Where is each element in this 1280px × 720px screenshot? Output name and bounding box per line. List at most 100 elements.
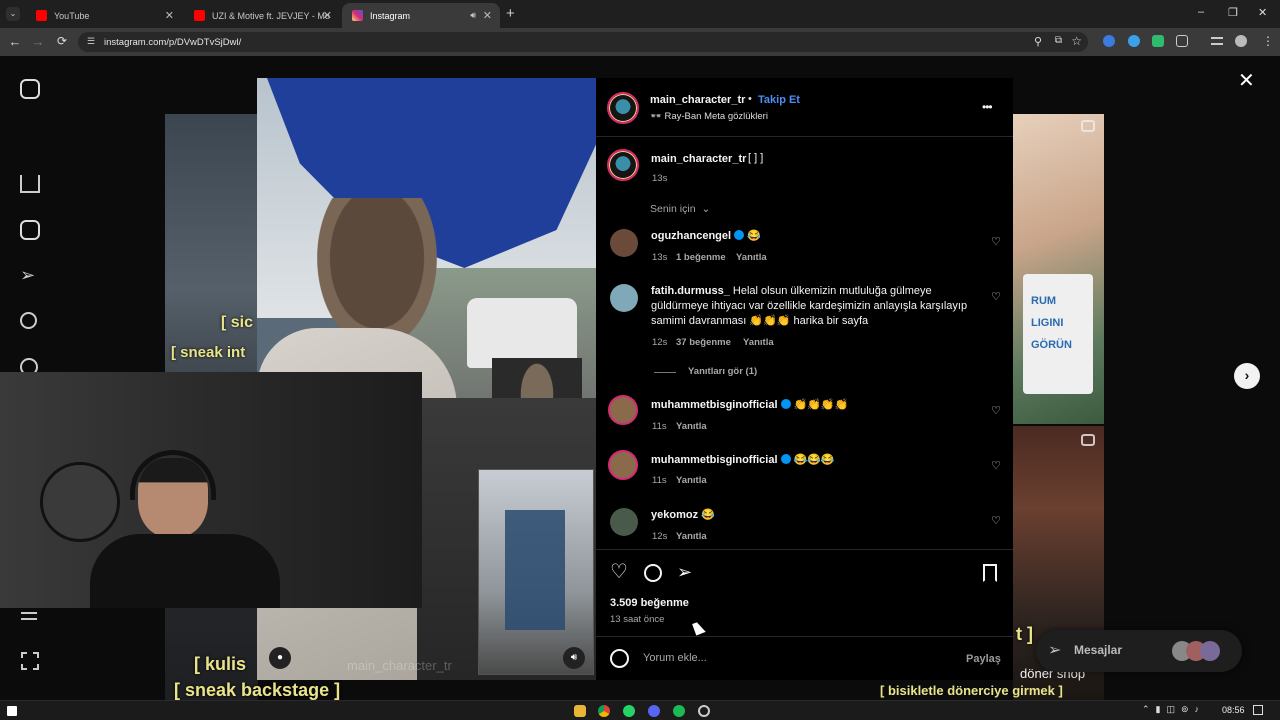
home-icon[interactable] xyxy=(20,175,40,193)
background-caption: [ sneak int xyxy=(171,344,246,361)
comment-text: 😂😂😂 xyxy=(793,454,835,466)
system-tray-icons[interactable]: ⌃▮◫⊚♪ xyxy=(1142,704,1205,715)
streamer-shirt xyxy=(90,534,280,608)
tab-youtube-music[interactable]: UZI & Motive ft. JEVJEY - Morta ✕ xyxy=(184,3,340,28)
comment-likes[interactable]: 37 beğenme xyxy=(676,337,731,348)
like-comment-icon[interactable]: ♡ xyxy=(991,290,1001,303)
search-icon[interactable] xyxy=(20,312,37,329)
like-comment-icon[interactable]: ♡ xyxy=(991,404,1001,417)
close-tab-icon[interactable]: ✕ xyxy=(323,9,332,22)
background-caption: [ sic xyxy=(221,314,254,331)
reply-button[interactable]: Yanıtla xyxy=(743,337,774,348)
reading-list-icon[interactable] xyxy=(1211,37,1223,45)
windows-start-icon[interactable] xyxy=(7,706,17,716)
like-comment-icon[interactable]: ♡ xyxy=(991,459,1001,472)
apps-grid-icon[interactable] xyxy=(21,652,39,670)
reply-button[interactable]: Yanıtla xyxy=(676,421,707,432)
speaker-icon[interactable]: 🔊︎ xyxy=(470,10,476,21)
commenter-avatar[interactable] xyxy=(610,229,638,257)
extensions-puzzle-icon[interactable] xyxy=(1176,35,1188,47)
avatar xyxy=(1200,641,1220,661)
reply-button[interactable]: Yanıtla xyxy=(676,531,707,542)
comment-sort-dropdown[interactable]: Senin için ⌄ xyxy=(650,203,710,215)
comment-likes[interactable]: 1 beğenme xyxy=(676,252,726,263)
close-tab-icon[interactable]: ✕ xyxy=(165,9,174,22)
mute-icon[interactable]: 🔊︎ xyxy=(563,647,585,669)
comment-input[interactable]: Yorum ekle... xyxy=(643,652,707,664)
site-info-icon[interactable]: ☰ xyxy=(87,36,95,47)
extension-shield-icon[interactable] xyxy=(1128,35,1140,47)
follow-button[interactable]: Takip Et xyxy=(758,94,800,106)
chrome-icon[interactable] xyxy=(598,705,610,717)
post-comment-button[interactable]: Paylaş xyxy=(966,653,1001,665)
extension-green-shield-icon[interactable] xyxy=(1152,35,1164,47)
author-username[interactable]: main_character_tr xyxy=(650,94,745,106)
comment-body: oguzhancengel 😂 xyxy=(651,229,761,244)
send-icon[interactable]: ➢ xyxy=(20,265,35,286)
comment-username[interactable]: muhammetbisginofficial xyxy=(651,454,778,466)
comment-body: yekomoz 😂 xyxy=(651,508,715,523)
browser-menu-icon[interactable]: ⋮ xyxy=(1262,34,1274,48)
clock[interactable]: 08:56 xyxy=(1222,705,1245,715)
new-tab-button[interactable]: + xyxy=(506,5,515,22)
view-replies-button[interactable]: Yanıtları gör (1) xyxy=(688,366,757,377)
instagram-logo-icon[interactable] xyxy=(20,79,40,99)
next-post-button[interactable]: › xyxy=(1234,363,1260,389)
like-comment-icon[interactable]: ♡ xyxy=(991,235,1001,248)
messages-button[interactable]: ➢ Mesajlar xyxy=(1036,630,1242,672)
back-button[interactable]: ← xyxy=(7,34,23,49)
comment-username[interactable]: muhammetbisginofficial xyxy=(651,399,778,411)
emoji-icon[interactable] xyxy=(610,649,629,668)
like-count[interactable]: 3.509 beğenme xyxy=(610,597,689,609)
comment-username[interactable]: oguzhancengel xyxy=(651,230,731,242)
discord-icon[interactable] xyxy=(648,705,660,717)
forward-button[interactable]: → xyxy=(30,34,46,49)
reply-button[interactable]: Yanıtla xyxy=(676,475,707,486)
like-icon[interactable]: ♡ xyxy=(610,562,628,582)
background-caption: t ] xyxy=(1016,624,1033,644)
instagram-icon xyxy=(352,10,363,21)
app-icon[interactable] xyxy=(698,705,710,717)
reply-button[interactable]: Yanıtla xyxy=(736,252,767,263)
commenter-avatar[interactable] xyxy=(610,284,638,312)
replies-line xyxy=(654,372,676,373)
address-bar[interactable]: ☰ instagram.com/p/DVwDTvSjDwl/ ⚲ ⧉ ☆ xyxy=(78,32,1088,52)
tab-search-button[interactable]: ⌄ xyxy=(6,7,20,21)
bookmark-star-icon[interactable]: ☆ xyxy=(1071,34,1082,48)
more-options-button[interactable]: ••• xyxy=(982,100,993,114)
minimize-button[interactable]: – xyxy=(1198,6,1204,18)
reels-icon[interactable] xyxy=(20,220,40,240)
commenter-avatar[interactable] xyxy=(608,395,638,425)
extension-wave-icon[interactable] xyxy=(1103,35,1115,47)
file-explorer-icon[interactable] xyxy=(574,705,586,717)
close-tab-icon[interactable]: ✕ xyxy=(483,9,492,22)
commenter-avatar[interactable] xyxy=(608,450,638,480)
install-icon[interactable]: ⧉ xyxy=(1055,35,1062,46)
tagged-user-icon[interactable]: ● xyxy=(269,647,291,669)
profile-avatar[interactable] xyxy=(1235,35,1247,47)
comment-icon[interactable] xyxy=(644,564,662,582)
restore-button[interactable]: ❐ xyxy=(1228,6,1238,19)
spotify-icon[interactable] xyxy=(673,705,685,717)
author-avatar[interactable] xyxy=(607,92,639,124)
share-icon[interactable]: ➢ xyxy=(677,562,692,582)
caption-username[interactable]: main_character_tr xyxy=(651,153,746,165)
menu-icon[interactable] xyxy=(21,612,37,620)
tab-youtube[interactable]: YouTube ✕ xyxy=(26,3,182,28)
close-post-button[interactable]: ✕ xyxy=(1238,68,1255,93)
notifications-icon[interactable] xyxy=(1253,705,1263,715)
author-avatar[interactable] xyxy=(607,149,639,181)
whatsapp-icon[interactable] xyxy=(623,705,635,717)
reload-button[interactable]: ⟳ xyxy=(54,34,70,48)
tab-instagram[interactable]: Instagram 🔊︎ ✕ xyxy=(342,3,500,28)
zoom-icon[interactable]: ⚲ xyxy=(1034,35,1042,48)
commenter-avatar[interactable] xyxy=(610,508,638,536)
close-window-button[interactable]: ✕ xyxy=(1258,6,1267,19)
audio-subtitle[interactable]: 👓 Ray-Ban Meta gözlükleri xyxy=(650,111,768,122)
comment-text: 😂 xyxy=(747,230,761,242)
divider xyxy=(596,636,1013,637)
comment-username[interactable]: yekomoz xyxy=(651,509,698,521)
sign-board: RUM LIGINI GÖRÜN xyxy=(1023,274,1093,394)
comment-username[interactable]: fatih.durmuss_ xyxy=(651,285,730,297)
like-comment-icon[interactable]: ♡ xyxy=(991,514,1001,527)
